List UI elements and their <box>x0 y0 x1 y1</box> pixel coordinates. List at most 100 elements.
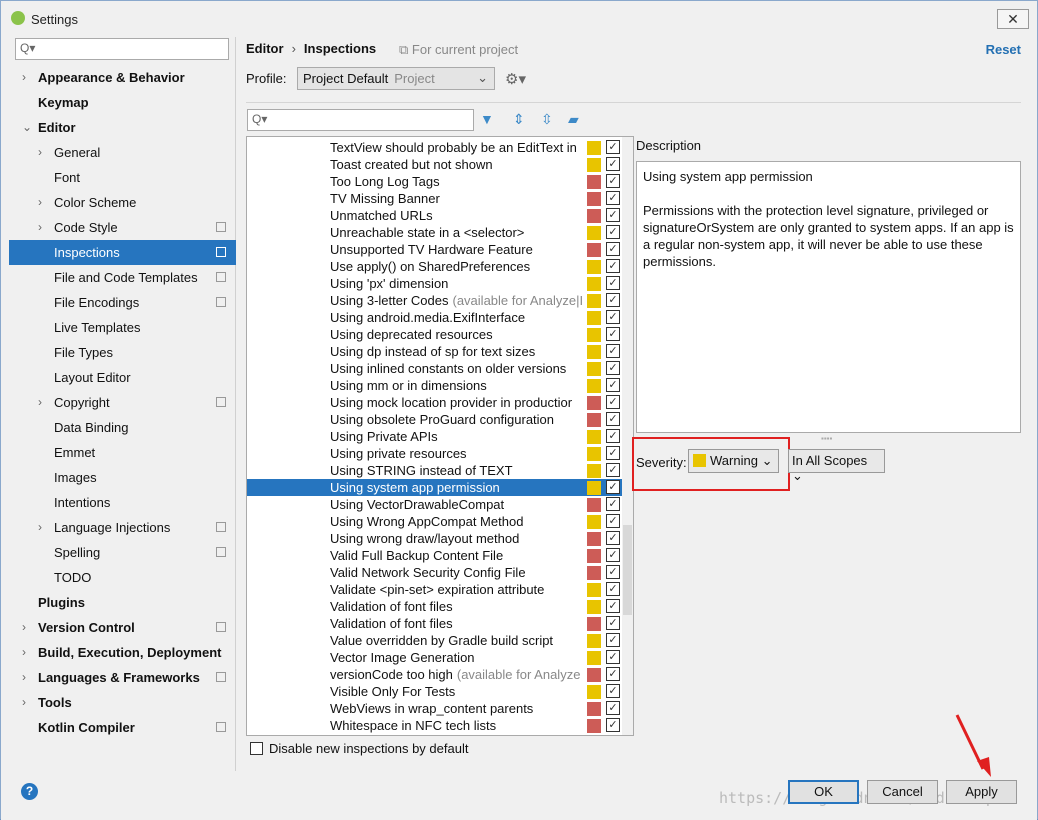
enabled-checkbox[interactable]: ✓ <box>606 565 620 579</box>
inspection-row[interactable]: Using 3-letter Codes (available for Analy… <box>247 292 623 309</box>
chevron-right-icon[interactable]: › <box>22 690 26 715</box>
expand-all-icon[interactable]: ⇕ <box>513 111 525 128</box>
enabled-checkbox[interactable]: ✓ <box>606 242 620 256</box>
sidebar-item-layout-editor[interactable]: Layout Editor <box>9 365 236 390</box>
cancel-button[interactable]: Cancel <box>867 780 938 804</box>
enabled-checkbox[interactable]: ✓ <box>606 378 620 392</box>
enabled-checkbox[interactable]: ✓ <box>606 225 620 239</box>
enabled-checkbox[interactable]: ✓ <box>606 157 620 171</box>
help-button[interactable]: ? <box>21 783 38 800</box>
chevron-right-icon[interactable]: › <box>38 515 42 540</box>
sidebar-item-appearance-behavior[interactable]: › Appearance & Behavior <box>9 65 236 90</box>
reset-to-default-icon[interactable]: ▰ <box>568 111 579 128</box>
enabled-checkbox[interactable]: ✓ <box>606 701 620 715</box>
reset-link[interactable]: Reset <box>986 42 1021 57</box>
sidebar-item-language-injections[interactable]: › Language Injections <box>9 515 236 540</box>
sidebar-item-build-execution-deployment[interactable]: › Build, Execution, Deployment <box>9 640 236 665</box>
close-button[interactable]: ✕ <box>997 9 1029 29</box>
sidebar-item-file-and-code-templates[interactable]: File and Code Templates <box>9 265 236 290</box>
inspection-row[interactable]: Unsupported TV Hardware Feature ✓ <box>247 241 623 258</box>
inspection-row[interactable]: WebViews in wrap_content parents ✓ <box>247 700 623 717</box>
enabled-checkbox[interactable]: ✓ <box>606 480 620 494</box>
sidebar-item-emmet[interactable]: Emmet <box>9 440 236 465</box>
enabled-checkbox[interactable]: ✓ <box>606 514 620 528</box>
enabled-checkbox[interactable]: ✓ <box>606 361 620 375</box>
enabled-checkbox[interactable]: ✓ <box>606 259 620 273</box>
enabled-checkbox[interactable]: ✓ <box>606 191 620 205</box>
enabled-checkbox[interactable]: ✓ <box>606 208 620 222</box>
inspection-row[interactable]: Unmatched URLs ✓ <box>247 207 623 224</box>
inspection-row[interactable]: Using mock location provider in producti… <box>247 394 623 411</box>
inspection-row[interactable]: Using deprecated resources ✓ <box>247 326 623 343</box>
sidebar-item-color-scheme[interactable]: › Color Scheme <box>9 190 236 215</box>
severity-dropdown[interactable]: Warning ⌄ <box>688 449 779 473</box>
chevron-down-icon[interactable]: ⌄ <box>22 115 32 140</box>
inspection-row[interactable]: versionCode too high (available for Analy… <box>247 666 623 683</box>
inspection-row[interactable]: Using wrong draw/layout method ✓ <box>247 530 623 547</box>
sidebar-item-editor[interactable]: ⌄ Editor <box>9 115 236 140</box>
splitter-handle[interactable]: ▪▪▪▪ <box>821 434 832 443</box>
inspection-row[interactable]: Toast created but not shown ✓ <box>247 156 623 173</box>
enabled-checkbox[interactable]: ✓ <box>606 582 620 596</box>
inspection-row[interactable]: Using 'px' dimension ✓ <box>247 275 623 292</box>
chevron-right-icon[interactable]: › <box>38 140 42 165</box>
sidebar-item-plugins[interactable]: Plugins <box>9 590 236 615</box>
enabled-checkbox[interactable]: ✓ <box>606 293 620 307</box>
enabled-checkbox[interactable]: ✓ <box>606 684 620 698</box>
inspection-row[interactable]: Whitespace in NFC tech lists ✓ <box>247 717 623 734</box>
sidebar-item-keymap[interactable]: Keymap <box>9 90 236 115</box>
settings-search-input[interactable]: Q▾ <box>15 38 229 60</box>
chevron-right-icon[interactable]: › <box>38 190 42 215</box>
inspection-row[interactable]: Unreachable state in a <selector> ✓ <box>247 224 623 241</box>
collapse-all-icon[interactable]: ⇳ <box>541 111 553 128</box>
inspection-row[interactable]: Value overridden by Gradle build script ✓ <box>247 632 623 649</box>
sidebar-item-spelling[interactable]: Spelling <box>9 540 236 565</box>
inspection-row[interactable]: Using inlined constants on older version… <box>247 360 623 377</box>
sidebar-item-file-encodings[interactable]: File Encodings <box>9 290 236 315</box>
inspection-row[interactable]: Validation of font files ✓ <box>247 598 623 615</box>
inspection-row[interactable]: Too Long Log Tags ✓ <box>247 173 623 190</box>
inspection-row[interactable]: TextView should probably be an EditText … <box>247 139 623 156</box>
enabled-checkbox[interactable]: ✓ <box>606 395 620 409</box>
sidebar-item-intentions[interactable]: Intentions <box>9 490 236 515</box>
enabled-checkbox[interactable]: ✓ <box>606 463 620 477</box>
sidebar-item-tools[interactable]: › Tools <box>9 690 236 715</box>
chevron-right-icon[interactable]: › <box>22 615 26 640</box>
enabled-checkbox[interactable]: ✓ <box>606 327 620 341</box>
inspection-row[interactable]: Valid Network Security Config File ✓ <box>247 564 623 581</box>
enabled-checkbox[interactable]: ✓ <box>606 446 620 460</box>
sidebar-item-live-templates[interactable]: Live Templates <box>9 315 236 340</box>
apply-button[interactable]: Apply <box>946 780 1017 804</box>
chevron-right-icon[interactable]: › <box>22 665 26 690</box>
enabled-checkbox[interactable]: ✓ <box>606 276 620 290</box>
enabled-checkbox[interactable]: ✓ <box>606 344 620 358</box>
sidebar-item-images[interactable]: Images <box>9 465 236 490</box>
sidebar-item-data-binding[interactable]: Data Binding <box>9 415 236 440</box>
sidebar-item-inspections[interactable]: Inspections <box>9 240 236 265</box>
ok-button[interactable]: OK <box>788 780 859 804</box>
enabled-checkbox[interactable]: ✓ <box>606 412 620 426</box>
enabled-checkbox[interactable]: ✓ <box>606 429 620 443</box>
scrollbar-thumb[interactable] <box>623 525 632 615</box>
sidebar-item-general[interactable]: › General <box>9 140 236 165</box>
enabled-checkbox[interactable]: ✓ <box>606 633 620 647</box>
inspection-row[interactable]: Visible Only For Tests ✓ <box>247 683 623 700</box>
enabled-checkbox[interactable]: ✓ <box>606 718 620 732</box>
inspection-row[interactable]: Using dp instead of sp for text sizes ✓ <box>247 343 623 360</box>
inspection-row[interactable]: Validate <pin-set> expiration attribute ✓ <box>247 581 623 598</box>
profile-dropdown[interactable]: Project Default Project ⌄ <box>297 67 495 90</box>
chevron-right-icon[interactable]: › <box>38 390 42 415</box>
inspection-row[interactable]: Using VectorDrawableCompat ✓ <box>247 496 623 513</box>
sidebar-item-font[interactable]: Font <box>9 165 236 190</box>
inspection-row[interactable]: Validation of font files ✓ <box>247 615 623 632</box>
inspection-row[interactable]: Using STRING instead of TEXT ✓ <box>247 462 623 479</box>
inspection-row[interactable]: Using system app permission ✓ <box>247 479 623 496</box>
sidebar-item-todo[interactable]: TODO <box>9 565 236 590</box>
inspection-row[interactable]: Using Wrong AppCompat Method ✓ <box>247 513 623 530</box>
filter-icon[interactable]: ▼ <box>480 111 494 127</box>
sidebar-item-version-control[interactable]: › Version Control <box>9 615 236 640</box>
enabled-checkbox[interactable]: ✓ <box>606 497 620 511</box>
inspection-row[interactable]: Valid Full Backup Content File ✓ <box>247 547 623 564</box>
list-scrollbar[interactable] <box>622 137 633 735</box>
sidebar-item-code-style[interactable]: › Code Style <box>9 215 236 240</box>
